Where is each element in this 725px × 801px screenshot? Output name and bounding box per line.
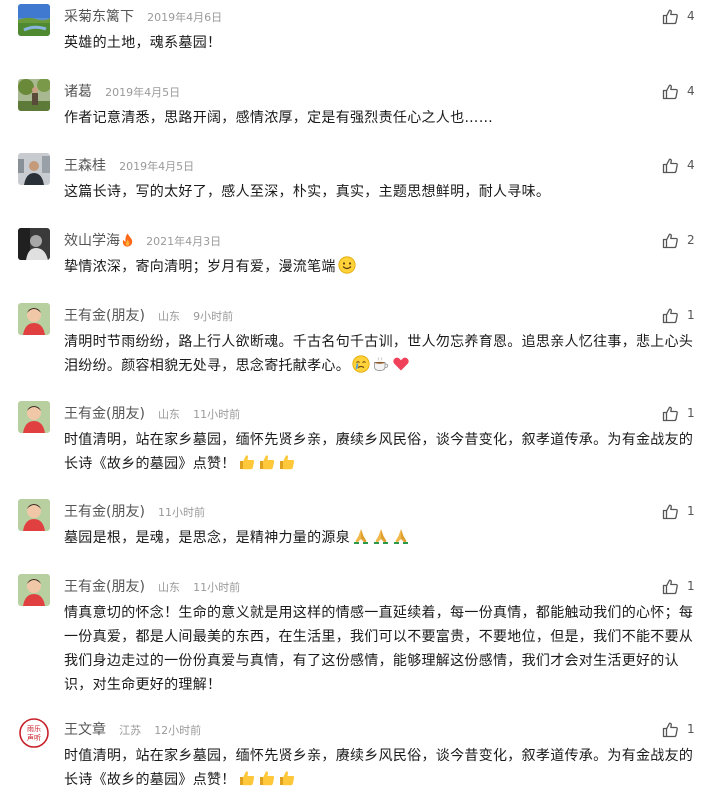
thumbs-up-emoji bbox=[258, 769, 276, 795]
commenter-region: 山东 bbox=[158, 581, 181, 594]
avatar[interactable] bbox=[18, 574, 50, 606]
comment-meta: 采菊东篱下 2019年4月6日 bbox=[64, 4, 222, 28]
comment-meta: 王有金(朋友) 山东 11小时前 bbox=[64, 401, 240, 425]
comment-text: 英雄的土地，魂系墓园！ bbox=[64, 35, 222, 51]
thumbs-up-icon bbox=[662, 405, 679, 422]
comment-meta: 效山学海 2021年4月3日 bbox=[64, 228, 221, 252]
folded-hands-emoji bbox=[352, 527, 370, 553]
comment-text-body: 墓园是根，是魂，是思念，是精神力量的源泉 bbox=[64, 530, 350, 546]
smiling-face-emoji bbox=[338, 256, 356, 282]
tea-cup-emoji bbox=[372, 355, 390, 381]
red-heart-emoji bbox=[392, 355, 410, 381]
commenter-region: 江苏 bbox=[119, 724, 142, 737]
comment-text-body: 时值清明，站在家乡墓园，缅怀先贤乡亲，赓续乡风民俗，谈今昔变化，叙孝道传承。为有… bbox=[64, 432, 694, 472]
like-button[interactable]: 2 bbox=[662, 231, 695, 249]
comment-text-body: 时值清明，站在家乡墓园，缅怀先贤乡亲，赓续乡风民俗，谈今昔变化，叙孝道传承。为有… bbox=[64, 748, 694, 788]
comment-text: 清明时节雨纷纷，路上行人欲断魂。千古名句千古训，世人勿忘养育恩。追思亲人忆往事，… bbox=[64, 330, 696, 381]
commenter-region: 山东 bbox=[158, 408, 181, 421]
comment-time: 2019年4月6日 bbox=[147, 11, 223, 24]
thumbs-up-emoji bbox=[278, 769, 296, 795]
comment-text: 时值清明，站在家乡墓园，缅怀先贤乡亲，赓续乡风民俗，谈今昔变化，叙孝道传承。为有… bbox=[64, 428, 696, 479]
comment-time: 11小时前 bbox=[193, 408, 241, 421]
avatar[interactable] bbox=[18, 79, 50, 111]
comment-text: 挚情浓深，寄向清明；岁月有爱，漫流笔端 bbox=[64, 255, 696, 282]
commenter-region: 山东 bbox=[158, 310, 181, 323]
avatar[interactable] bbox=[18, 401, 50, 433]
commenter-name[interactable]: 王森桂 bbox=[64, 158, 106, 174]
thumbs-up-icon bbox=[662, 232, 679, 249]
folded-hands-emoji bbox=[372, 527, 390, 553]
comment-text-body: 挚情浓深，寄向清明；岁月有爱，漫流笔端 bbox=[64, 259, 336, 275]
comment-time: 11小时前 bbox=[158, 506, 206, 519]
avatar[interactable]: 雨乐 声听 bbox=[18, 717, 50, 749]
folded-hands-emoji bbox=[392, 527, 410, 553]
commenter-name[interactable]: 王有金(朋友) bbox=[64, 406, 145, 422]
comment-text: 作者记意清悉，思路开阔，感情浓厚，定是有强烈责任心之人也…… bbox=[64, 110, 493, 126]
like-count: 4 bbox=[687, 158, 695, 172]
like-button[interactable]: 4 bbox=[662, 82, 695, 100]
commenter-name[interactable]: 王有金(朋友) bbox=[64, 504, 145, 520]
like-count: 1 bbox=[687, 308, 695, 322]
thumbs-up-emoji bbox=[278, 453, 296, 479]
crying-face-emoji bbox=[352, 355, 370, 381]
like-count: 4 bbox=[687, 84, 695, 98]
thumbs-up-emoji bbox=[238, 769, 256, 795]
like-count: 1 bbox=[687, 722, 695, 736]
comment-text: 时值清明，站在家乡墓园，缅怀先贤乡亲，赓续乡风民俗，谈今昔变化，叙孝道传承。为有… bbox=[64, 744, 696, 795]
seal-text-bottom: 声听 bbox=[27, 733, 41, 742]
comment-time: 12小时前 bbox=[154, 724, 202, 737]
like-button[interactable]: 1 bbox=[662, 577, 695, 595]
like-count: 4 bbox=[687, 9, 695, 23]
like-button[interactable]: 1 bbox=[662, 720, 695, 738]
comment-meta: 王文章 江苏 12小时前 bbox=[64, 717, 201, 741]
comment-time: 11小时前 bbox=[193, 581, 241, 594]
comment-meta: 王有金(朋友) 山东 11小时前 bbox=[64, 574, 240, 598]
avatar[interactable] bbox=[18, 499, 50, 531]
comment-meta: 王森桂 2019年4月5日 bbox=[64, 153, 194, 177]
comment-time: 2019年4月5日 bbox=[105, 86, 181, 99]
commenter-name[interactable]: 王有金(朋友) bbox=[64, 308, 145, 324]
like-button[interactable]: 4 bbox=[662, 7, 695, 25]
like-button[interactable]: 4 bbox=[662, 156, 695, 174]
commenter-name[interactable]: 王文章 bbox=[64, 722, 106, 738]
fire-icon bbox=[122, 230, 133, 254]
like-count: 1 bbox=[687, 579, 695, 593]
thumbs-up-icon bbox=[662, 83, 679, 100]
comment-text: 情真意切的怀念！生命的意义就是用这样的情感一直延续着，每一份真情，都能触动我们的… bbox=[64, 605, 694, 693]
like-count: 1 bbox=[687, 504, 695, 518]
thumbs-up-emoji bbox=[258, 453, 276, 479]
thumbs-up-icon bbox=[662, 307, 679, 324]
thumbs-up-icon bbox=[662, 578, 679, 595]
thumbs-up-icon bbox=[662, 721, 679, 738]
thumbs-up-icon bbox=[662, 503, 679, 520]
commenter-name[interactable]: 诸葛 bbox=[64, 84, 92, 100]
like-button[interactable]: 1 bbox=[662, 502, 695, 520]
comment-text: 墓园是根，是魂，是思念，是精神力量的源泉 bbox=[64, 526, 696, 553]
avatar[interactable] bbox=[18, 153, 50, 185]
seal-text-top: 雨乐 bbox=[27, 724, 41, 733]
thumbs-up-icon bbox=[662, 157, 679, 174]
avatar[interactable] bbox=[18, 228, 50, 260]
like-button[interactable]: 1 bbox=[662, 306, 695, 324]
like-button[interactable]: 1 bbox=[662, 404, 695, 422]
comment-time: 9小时前 bbox=[193, 310, 234, 323]
like-count: 1 bbox=[687, 406, 695, 420]
commenter-name[interactable]: 采菊东篱下 bbox=[64, 9, 134, 25]
commenter-name[interactable]: 效山学海 bbox=[64, 233, 120, 249]
comment-text: 这篇长诗，写的太好了，感人至深，朴实，真实，主题思想鲜明，耐人寻味。 bbox=[64, 184, 551, 200]
thumbs-up-emoji bbox=[238, 453, 256, 479]
like-count: 2 bbox=[687, 233, 695, 247]
comment-meta: 王有金(朋友) 11小时前 bbox=[64, 499, 205, 523]
comment-meta: 诸葛 2019年4月5日 bbox=[64, 79, 180, 103]
commenter-name[interactable]: 王有金(朋友) bbox=[64, 579, 145, 595]
comment-time: 2021年4月3日 bbox=[146, 235, 222, 248]
avatar[interactable] bbox=[18, 4, 50, 36]
avatar[interactable] bbox=[18, 303, 50, 335]
comment-time: 2019年4月5日 bbox=[119, 160, 195, 173]
comment-meta: 王有金(朋友) 山东 9小时前 bbox=[64, 303, 233, 327]
thumbs-up-icon bbox=[662, 8, 679, 25]
